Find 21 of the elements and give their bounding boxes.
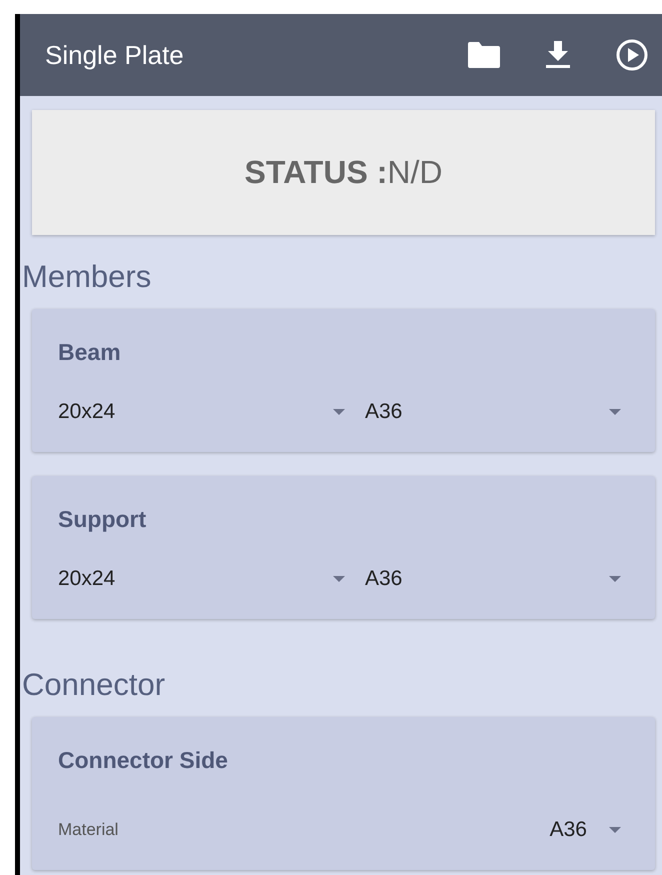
section-title: Connector (22, 667, 166, 703)
dropdown[interactable]: 20x24 (58, 567, 345, 591)
app-title: Single Plate (45, 40, 185, 70)
dropdown[interactable]: A36 (345, 567, 629, 591)
section-title: Members (22, 259, 152, 295)
download-icon[interactable] (546, 41, 570, 69)
dropdown[interactable]: 20x24 (58, 400, 345, 424)
dropdown-caret-icon (609, 408, 621, 416)
status-text: STATUS :N/D (244, 154, 442, 191)
card-title: Support (58, 506, 148, 533)
folder-icon[interactable] (468, 42, 500, 68)
dropdown-caret-icon (333, 576, 345, 582)
dropdown-caret-icon (333, 408, 345, 416)
card-title: Beam (58, 339, 122, 366)
dropdown-caret-icon (609, 576, 621, 582)
play-icon[interactable] (616, 39, 648, 71)
field-label: Material (58, 820, 120, 840)
dropdown[interactable]: A36 (550, 818, 629, 842)
dropdown-caret-icon (609, 826, 621, 834)
card-title: Connector Side (58, 747, 229, 774)
dropdown[interactable]: A36 (345, 400, 629, 424)
